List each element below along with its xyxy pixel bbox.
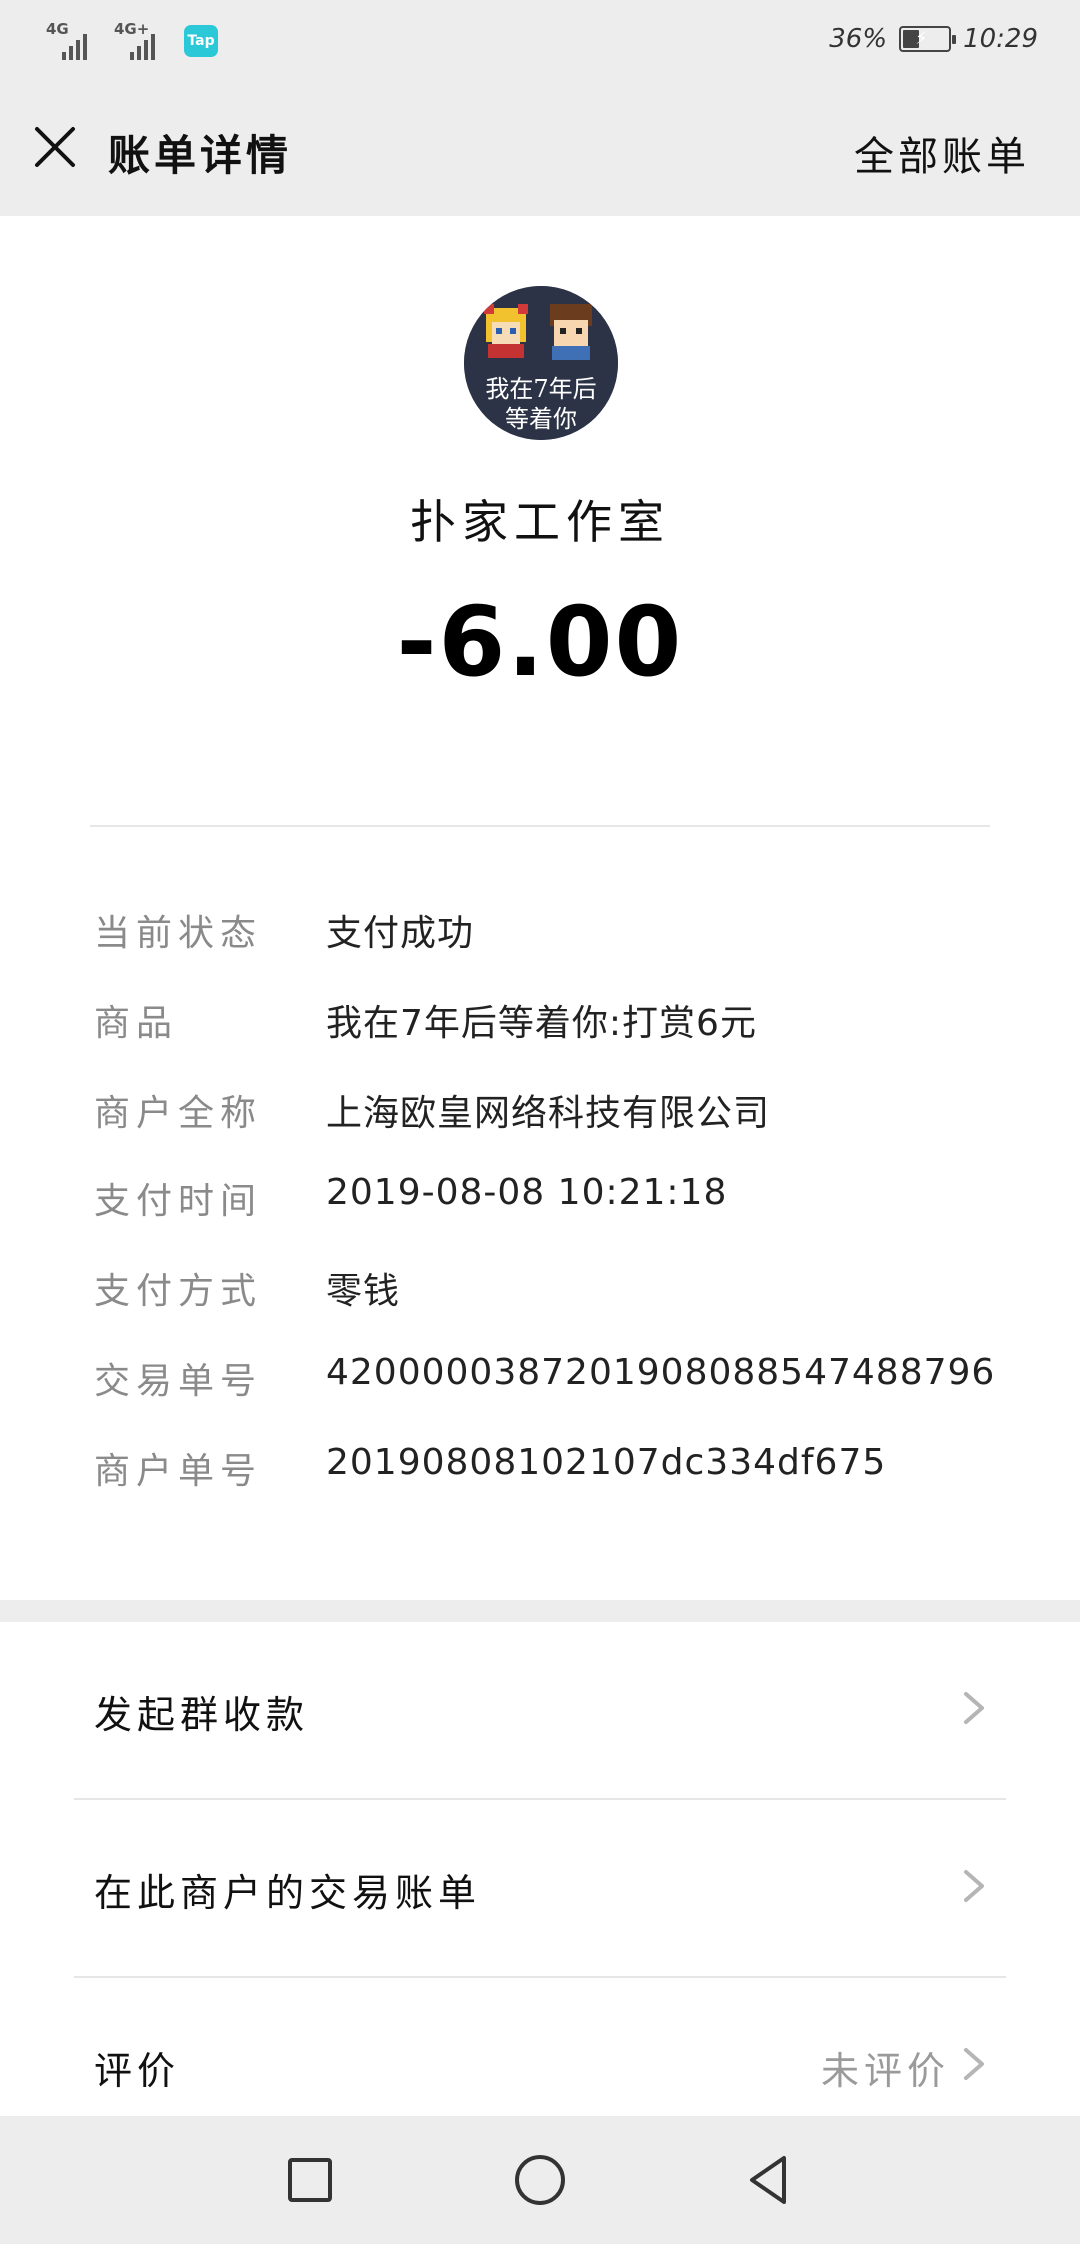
detail-row-merchant-full-name: 商户全称 上海欧皇网络科技有限公司 (0, 1076, 1080, 1136)
chevron-right-icon (964, 1692, 984, 1724)
detail-label: 支付方式 (94, 1271, 263, 1312)
detail-value: 2019-08-08 10:21:18 (326, 1172, 728, 1213)
detail-value: 零钱 (326, 1271, 401, 1312)
detail-value: 我在7年后等着你:打赏6元 (326, 1003, 757, 1044)
detail-row-pay-method: 支付方式 零钱 (0, 1254, 1080, 1314)
detail-row-pay-time: 支付时间 2019-08-08 10:21:18 (0, 1164, 1080, 1224)
status-bar: 4G 4G+ Tap 36% ⚡ 10:29 (0, 0, 1080, 84)
detail-row-status: 当前状态 支付成功 (0, 896, 1080, 956)
page-title: 账单详情 (108, 131, 293, 180)
merchant-name: 扑家工作室 (410, 495, 670, 549)
square-icon (288, 2158, 332, 2202)
clock: 10:29 (963, 24, 1038, 54)
status-left: 4G 4G+ Tap (46, 22, 218, 60)
status-right: 36% ⚡ 10:29 (829, 24, 1038, 54)
triangle-back-icon (750, 2156, 786, 2204)
payment-amount: -6.00 (396, 586, 684, 698)
avatar-caption: 我在7年后等着你 (485, 375, 597, 433)
close-icon (35, 127, 75, 167)
recents-button[interactable] (280, 2150, 340, 2210)
signal-icon-sim2: 4G+ (114, 22, 170, 60)
chevron-right-icon (964, 2048, 984, 2080)
group-collect-row[interactable]: 发起群收款 (0, 1622, 1080, 1798)
detail-row-merchant-order-id: 商户单号 20190808102107dc334df675 (0, 1434, 1080, 1494)
detail-label: 商户全称 (94, 1093, 263, 1134)
detail-value: 上海欧皇网络科技有限公司 (326, 1093, 771, 1134)
merchant-avatar: 我在7年后等着你 (464, 286, 618, 440)
detail-value: 支付成功 (326, 913, 475, 954)
tap-app-icon: Tap (184, 25, 218, 57)
home-button[interactable] (510, 2150, 570, 2210)
divider (90, 825, 990, 827)
detail-label: 当前状态 (94, 913, 263, 954)
back-button[interactable] (740, 2150, 800, 2210)
all-bills-link[interactable]: 全部账单 (854, 124, 1030, 182)
menu-label: 评价 (94, 2049, 181, 2093)
system-nav-bar (0, 2116, 1080, 2244)
battery-percent: 36% (829, 24, 888, 54)
detail-value: 4200000387201908088547488796 (326, 1352, 996, 1393)
review-status: 未评价 (820, 2049, 950, 2093)
merchant-bills-row[interactable]: 在此商户的交易账单 (0, 1800, 1080, 1976)
close-button[interactable] (30, 122, 80, 172)
detail-label: 商品 (94, 1003, 179, 1044)
detail-label: 商户单号 (94, 1451, 263, 1492)
detail-row-transaction-id: 交易单号 4200000387201908088547488796 (0, 1344, 1080, 1404)
battery-icon: ⚡ (899, 26, 957, 52)
signal-icon-sim1: 4G (46, 22, 102, 60)
detail-label: 交易单号 (94, 1361, 263, 1402)
detail-row-product: 商品 我在7年后等着你:打赏6元 (0, 986, 1080, 1046)
menu-label: 在此商户的交易账单 (94, 1871, 482, 1915)
bill-detail-card: 我在7年后等着你 扑家工作室 -6.00 当前状态 支付成功 商品 我在7年后等… (0, 216, 1080, 1600)
actions-card: 发起群收款 在此商户的交易账单 评价 未评价 (0, 1622, 1080, 2116)
menu-label: 发起群收款 (94, 1693, 310, 1737)
header: 账单详情 全部账单 (0, 84, 1080, 216)
detail-label: 支付时间 (94, 1181, 263, 1222)
detail-value: 20190808102107dc334df675 (326, 1442, 887, 1483)
circle-icon (515, 2155, 565, 2205)
chevron-right-icon (964, 1870, 984, 1902)
